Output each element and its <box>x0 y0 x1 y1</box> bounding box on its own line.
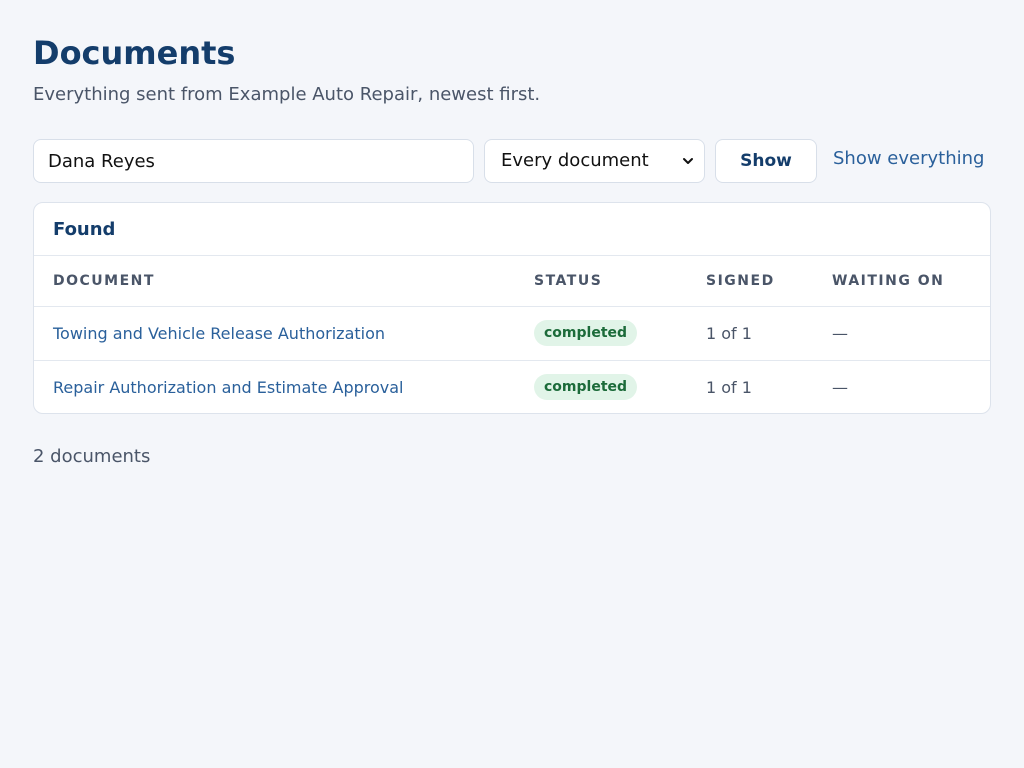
column-header-document: DOCUMENT <box>34 256 534 307</box>
documents-table: DOCUMENT STATUS SIGNED WAITING ON Towing… <box>34 256 990 413</box>
table-row: Repair Authorization and Estimate Approv… <box>34 359 990 413</box>
document-cell: Towing and Vehicle Release Authorization <box>34 306 534 360</box>
documents-page: Documents Everything sent from Example A… <box>0 0 1024 768</box>
column-header-waiting-on: WAITING ON <box>832 256 990 307</box>
result-count: 2 documents <box>33 446 151 467</box>
results-card: Found DOCUMENT STATUS SIGNED WAITING ON … <box>33 202 991 414</box>
search-input[interactable] <box>33 139 474 183</box>
waiting-on-cell: — <box>832 359 990 413</box>
document-link[interactable]: Towing and Vehicle Release Authorization <box>53 324 385 343</box>
results-heading: Found <box>34 203 990 256</box>
status-cell: completed <box>534 359 706 413</box>
page-title: Documents <box>33 34 236 72</box>
status-cell: completed <box>534 306 706 360</box>
document-link[interactable]: Repair Authorization and Estimate Approv… <box>53 378 404 397</box>
status-badge: completed <box>534 320 638 346</box>
document-cell: Repair Authorization and Estimate Approv… <box>34 359 534 413</box>
signed-cell: 1 of 1 <box>706 359 832 413</box>
signed-cell: 1 of 1 <box>706 323 752 343</box>
status-badge: completed <box>534 374 638 401</box>
chevron-down-icon <box>683 158 693 164</box>
column-header-status: STATUS <box>534 256 706 307</box>
column-header-signed: SIGNED <box>706 256 832 307</box>
show-everything-link[interactable]: Show everything <box>833 139 984 183</box>
document-type-selected-value: Every document <box>501 150 649 171</box>
waiting-on-cell: — <box>832 323 848 343</box>
table-header-row: DOCUMENT STATUS SIGNED WAITING ON <box>34 256 990 307</box>
filter-bar: Every document Show Show everything <box>33 139 991 183</box>
document-type-select[interactable]: Every document <box>484 139 705 183</box>
show-button[interactable]: Show <box>715 139 817 183</box>
page-subtitle: Everything sent from Example Auto Repair… <box>33 84 541 105</box>
table-row: Towing and Vehicle Release Authorization… <box>34 306 990 360</box>
